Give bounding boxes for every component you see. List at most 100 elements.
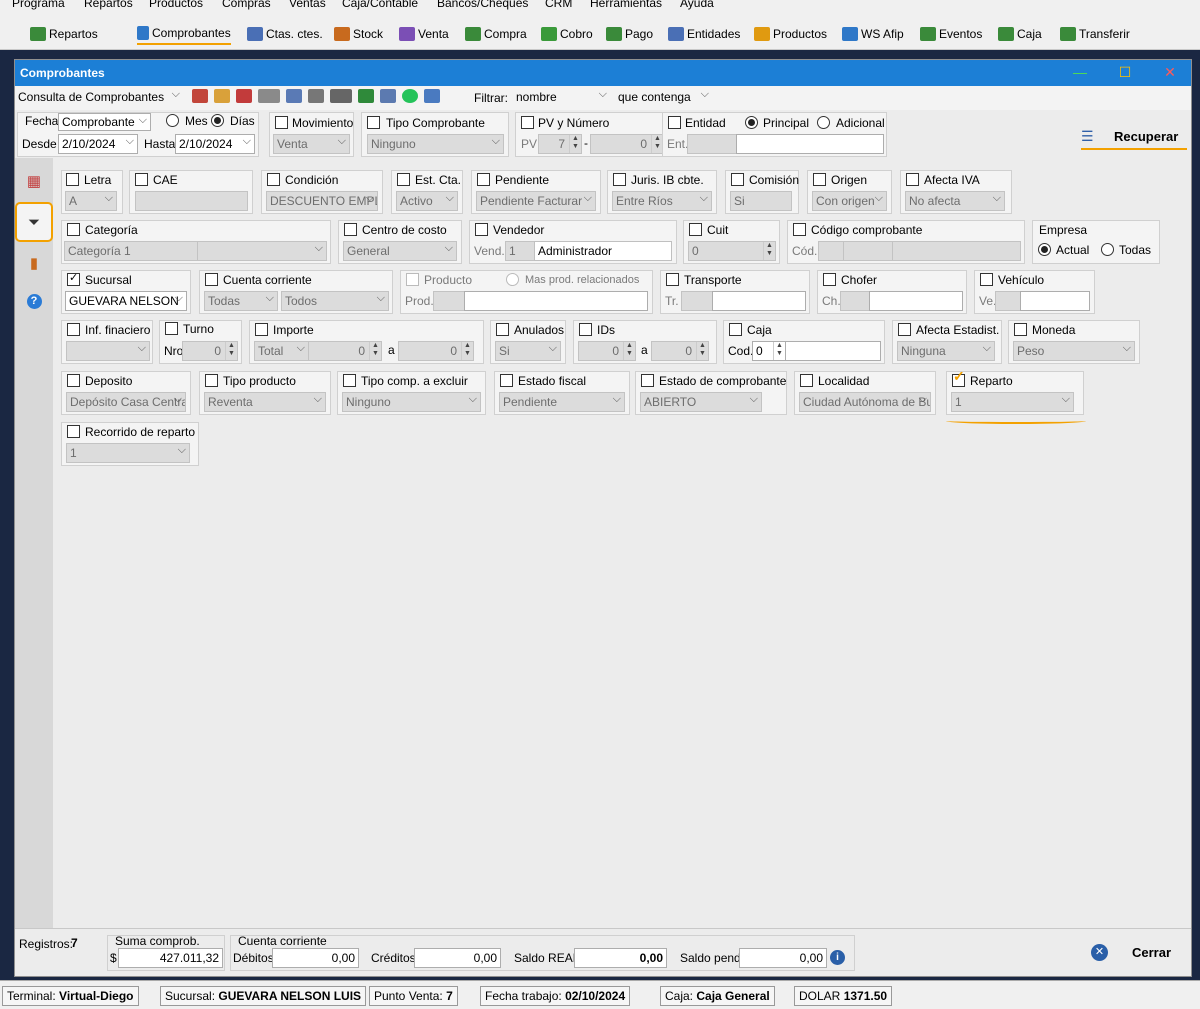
toolbar-comprobantes[interactable]: Comprobantes — [137, 23, 231, 45]
moneda-checkbox[interactable] — [1014, 323, 1027, 336]
cuenta-corriente-select-1[interactable]: Todas — [204, 291, 278, 311]
info-icon[interactable]: i — [830, 950, 845, 965]
juris-select[interactable]: Entre Ríos — [612, 191, 712, 211]
pendiente-checkbox[interactable] — [477, 173, 490, 186]
producto-code-field[interactable] — [433, 291, 465, 311]
cerrar-button[interactable]: ✕ Cerrar — [1089, 937, 1189, 967]
estado-comprobante-select[interactable]: ABIERTO — [640, 392, 762, 412]
toolbar-pago[interactable]: Pago — [606, 25, 653, 43]
spin-arrows-icon[interactable]: ▲ ▼ — [369, 342, 381, 360]
tipo-comp-excluir-select[interactable]: Ninguno — [342, 392, 481, 412]
transporte-name-field[interactable] — [712, 291, 806, 311]
filtrar-mode-select[interactable]: que contenga — [615, 88, 712, 108]
sucursal-checkbox[interactable]: ✓ — [67, 272, 80, 286]
movimiento-checkbox[interactable] — [275, 116, 288, 129]
toolbar-cobro[interactable]: Cobro — [541, 25, 593, 43]
codigo-comprobante-checkbox[interactable] — [793, 223, 806, 236]
adicional-radio[interactable] — [817, 116, 830, 129]
est-cta-select[interactable]: Activo — [396, 191, 458, 211]
spin-arrows-icon[interactable]: ▲ ▼ — [763, 242, 775, 260]
vendedor-name-field[interactable]: Administrador — [534, 241, 672, 261]
search-options-icon[interactable] — [258, 89, 280, 103]
menu-programa[interactable]: Programa — [12, 0, 65, 10]
sidebar-filter-button[interactable]: ⏷ — [15, 202, 53, 242]
pendiente-select[interactable]: Pendiente Facturar — [476, 191, 596, 211]
menu-compras[interactable]: Compras — [222, 0, 271, 10]
chofer-code-field[interactable] — [840, 291, 870, 311]
dias-radio[interactable] — [211, 114, 224, 127]
recuperar-button[interactable]: ☰ Recuperar — [1081, 126, 1187, 150]
origen-select[interactable]: Con origen — [812, 191, 887, 211]
caja-checkbox[interactable] — [729, 323, 742, 336]
categoria-checkbox[interactable] — [67, 223, 80, 236]
inf-financiero-checkbox[interactable] — [67, 323, 80, 336]
centro-costo-checkbox[interactable] — [344, 223, 357, 236]
deposito-select[interactable]: Depósito Casa Central — [66, 392, 186, 412]
print-icon[interactable] — [308, 89, 324, 103]
sidebar-help-button[interactable]: ? — [17, 284, 51, 318]
afecta-estadist-select[interactable]: Ninguna — [897, 341, 995, 361]
menu-productos[interactable]: Productos — [149, 0, 203, 10]
close-button[interactable]: ✕ — [1161, 63, 1179, 81]
recorrido-select[interactable]: 1 — [66, 443, 190, 463]
filtrar-field-select[interactable]: nombre — [513, 88, 610, 108]
categoria-select[interactable] — [197, 241, 327, 261]
spin-arrows-icon[interactable]: ▲ ▼ — [225, 342, 237, 360]
menu-ayuda[interactable]: Ayuda — [680, 0, 714, 10]
localidad-checkbox[interactable] — [800, 374, 813, 387]
letra-checkbox[interactable] — [66, 173, 79, 186]
reparto-select[interactable]: 1 — [951, 392, 1074, 412]
vendedor-checkbox[interactable] — [475, 223, 488, 236]
desde-date[interactable]: 2/10/2024 — [58, 134, 138, 154]
tipo-comprobante-select[interactable]: Ninguno — [367, 134, 504, 154]
deposito-checkbox[interactable] — [67, 374, 80, 387]
comision-field[interactable]: Si — [730, 191, 792, 211]
mes-radio[interactable] — [166, 114, 179, 127]
sidebar-chart-button[interactable]: ▮ — [17, 246, 51, 280]
vehiculo-name-field[interactable] — [1020, 291, 1090, 311]
estado-fiscal-checkbox[interactable] — [500, 374, 513, 387]
origen-checkbox[interactable] — [813, 173, 826, 186]
producto-checkbox[interactable] — [406, 273, 419, 286]
centro-costo-select[interactable]: General — [343, 241, 457, 261]
afecta-estadist-checkbox[interactable] — [898, 323, 911, 336]
chofer-name-field[interactable] — [869, 291, 963, 311]
producto-name-field[interactable] — [464, 291, 648, 311]
toolbar-venta[interactable]: Venta — [399, 25, 449, 43]
toolbar-caja[interactable]: Caja — [998, 25, 1042, 43]
entidad-name-field[interactable] — [736, 134, 884, 154]
turno-checkbox[interactable] — [165, 322, 178, 335]
transporte-code-field[interactable] — [681, 291, 713, 311]
cae-field[interactable] — [135, 191, 248, 211]
pv-spinner[interactable]: 7 ▲ ▼ — [538, 134, 582, 154]
caja-name-field[interactable] — [785, 341, 881, 361]
letra-select[interactable]: A — [65, 191, 117, 211]
toolbar-ws-afip[interactable]: WS Afip — [842, 25, 904, 43]
menu-caja-contable[interactable]: Caja/Contable — [342, 0, 418, 10]
whatsapp-icon[interactable] — [402, 89, 418, 103]
cae-checkbox[interactable] — [135, 173, 148, 186]
codigo-mid-field[interactable] — [843, 241, 893, 261]
menu-crm[interactable]: CRM — [545, 0, 572, 10]
toolbar-repartos[interactable]: Repartos — [30, 25, 98, 43]
principal-radio[interactable] — [745, 116, 758, 129]
entidad-code-field[interactable] — [687, 134, 737, 154]
condicion-checkbox[interactable] — [267, 173, 280, 186]
empresa-actual-radio[interactable] — [1038, 243, 1051, 256]
sidebar-list-button[interactable]: ▦ — [17, 164, 51, 198]
pv-numero-checkbox[interactable] — [521, 116, 534, 129]
toolbar-transferir[interactable]: Transferir — [1060, 25, 1130, 43]
codigo-code-field[interactable] — [818, 241, 844, 261]
entidad-checkbox[interactable] — [668, 116, 681, 129]
tipo-comprobante-checkbox[interactable] — [367, 116, 380, 129]
juris-checkbox[interactable] — [613, 173, 626, 186]
importe-tipo-select[interactable]: Total — [254, 341, 309, 361]
preview-icon[interactable] — [286, 89, 302, 103]
estado-fiscal-select[interactable]: Pendiente — [499, 392, 625, 412]
localidad-select[interactable]: Ciudad Autónoma de Buenos Aires — [799, 392, 931, 412]
condicion-select[interactable]: DESCUENTO EMPL — [266, 191, 378, 211]
menu-bancos[interactable]: Bancos/Cheques — [437, 0, 528, 10]
cuenta-corriente-checkbox[interactable] — [205, 273, 218, 286]
menu-herramientas[interactable]: Herramientas — [590, 0, 662, 10]
categoria-field[interactable]: Categoría 1 — [64, 241, 198, 261]
